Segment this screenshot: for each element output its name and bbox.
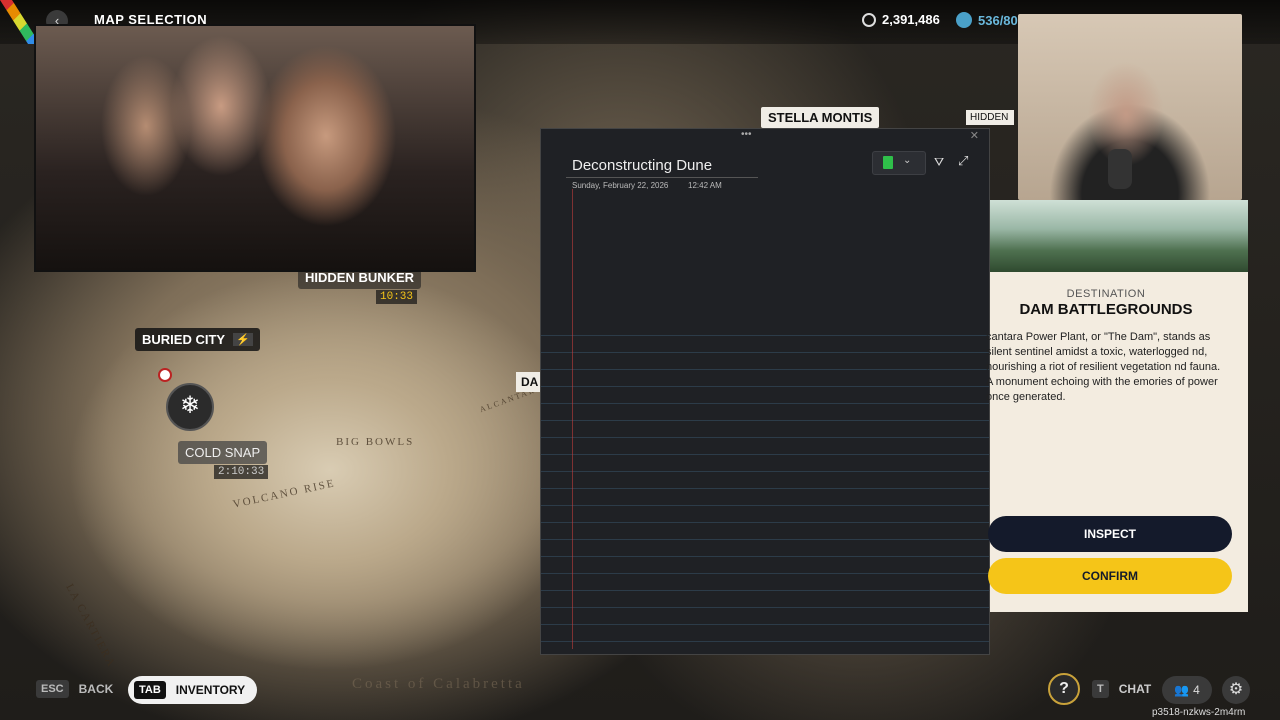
filter-icon[interactable]: ⛛ <box>934 155 944 170</box>
location-buried-city[interactable]: BURIED CITY ⚡ <box>135 328 260 351</box>
cold-snap-timer: 2:10:33 <box>214 465 269 479</box>
terrain-label: Coast of Calabretta <box>352 676 525 692</box>
destination-label: DESTINATION <box>1066 288 1146 300</box>
inventory-label: INVENTORY <box>175 683 246 697</box>
location-cold-snap[interactable]: COLD SNAP <box>178 441 268 464</box>
note-time: 12:42 AM <box>688 181 722 190</box>
destination-name: DAM BATTLEGROUNDS <box>1019 301 1193 318</box>
destination-panel: DESTINATION DAM BATTLEGROUNDS cantara Po… <box>986 200 1248 612</box>
note-date: Sunday, February 22, 2026 <box>572 181 669 190</box>
microphone-icon <box>1108 149 1132 189</box>
notebook-icon <box>883 156 893 169</box>
destination-description: cantara Power Plant, or "The Dam", stand… <box>986 331 1221 403</box>
esc-key: ESC <box>36 680 69 698</box>
hidden-bunker-timer: 10:33 <box>376 290 418 304</box>
chat-label: CHAT <box>1118 682 1152 696</box>
session-id: p3518-nzkws-2m4rm <box>1152 707 1246 718</box>
confirm-button[interactable]: CONFIRM <box>988 558 1232 594</box>
notebook-selector-button[interactable]: ⌄ <box>872 151 926 175</box>
help-icon[interactable]: ? <box>1048 673 1080 705</box>
buried-city-label: BURIED CITY <box>142 332 226 347</box>
t-key: T <box>1092 680 1109 698</box>
party-count: 4 <box>1193 683 1200 697</box>
coin-icon <box>862 12 876 27</box>
title-divider <box>566 177 758 178</box>
tokens-value: 536/80 <box>978 12 1018 28</box>
token-icon <box>956 12 972 28</box>
expand-icon[interactable]: ⤢ <box>958 153 968 169</box>
coins-counter: 2,391,486 <box>862 12 940 27</box>
tab-key: TAB <box>134 681 166 699</box>
chevron-down-icon: ⌄ <box>903 155 912 166</box>
notes-window[interactable]: ••• ✕ Deconstructing Dune Sunday, Februa… <box>540 128 990 655</box>
map-pin-icon[interactable] <box>158 368 172 382</box>
location-tag-partial[interactable]: HIDDEN <box>966 110 1014 125</box>
storm-icon: ⚡ <box>233 333 253 346</box>
location-stella-montis[interactable]: STELLA MONTIS <box>761 107 880 128</box>
party-button[interactable]: 👥 4 <box>1162 676 1212 704</box>
tokens-counter: 536/80 <box>956 12 1018 28</box>
note-title[interactable]: Deconstructing Dune <box>572 157 712 174</box>
chat-button[interactable]: T CHAT <box>1092 680 1151 698</box>
drag-handle-icon[interactable]: ••• <box>741 129 752 140</box>
inspect-button[interactable]: INSPECT <box>988 516 1232 552</box>
people-icon: 👥 <box>1174 683 1190 697</box>
gear-icon[interactable]: ⚙ <box>1222 676 1250 704</box>
back-button[interactable]: ESC BACK <box>36 680 113 698</box>
video-overlay <box>34 24 476 272</box>
notes-margin-line <box>572 189 573 649</box>
webcam-overlay <box>1018 14 1242 200</box>
terrain-label: BIG BOWLS <box>336 436 415 448</box>
close-icon[interactable]: ✕ <box>970 129 979 142</box>
snowflake-icon[interactable]: ❄ <box>166 383 214 431</box>
inventory-button[interactable]: TAB INVENTORY <box>128 676 258 704</box>
back-label: BACK <box>78 682 114 696</box>
destination-image <box>990 200 1248 272</box>
coins-value: 2,391,486 <box>882 12 940 27</box>
